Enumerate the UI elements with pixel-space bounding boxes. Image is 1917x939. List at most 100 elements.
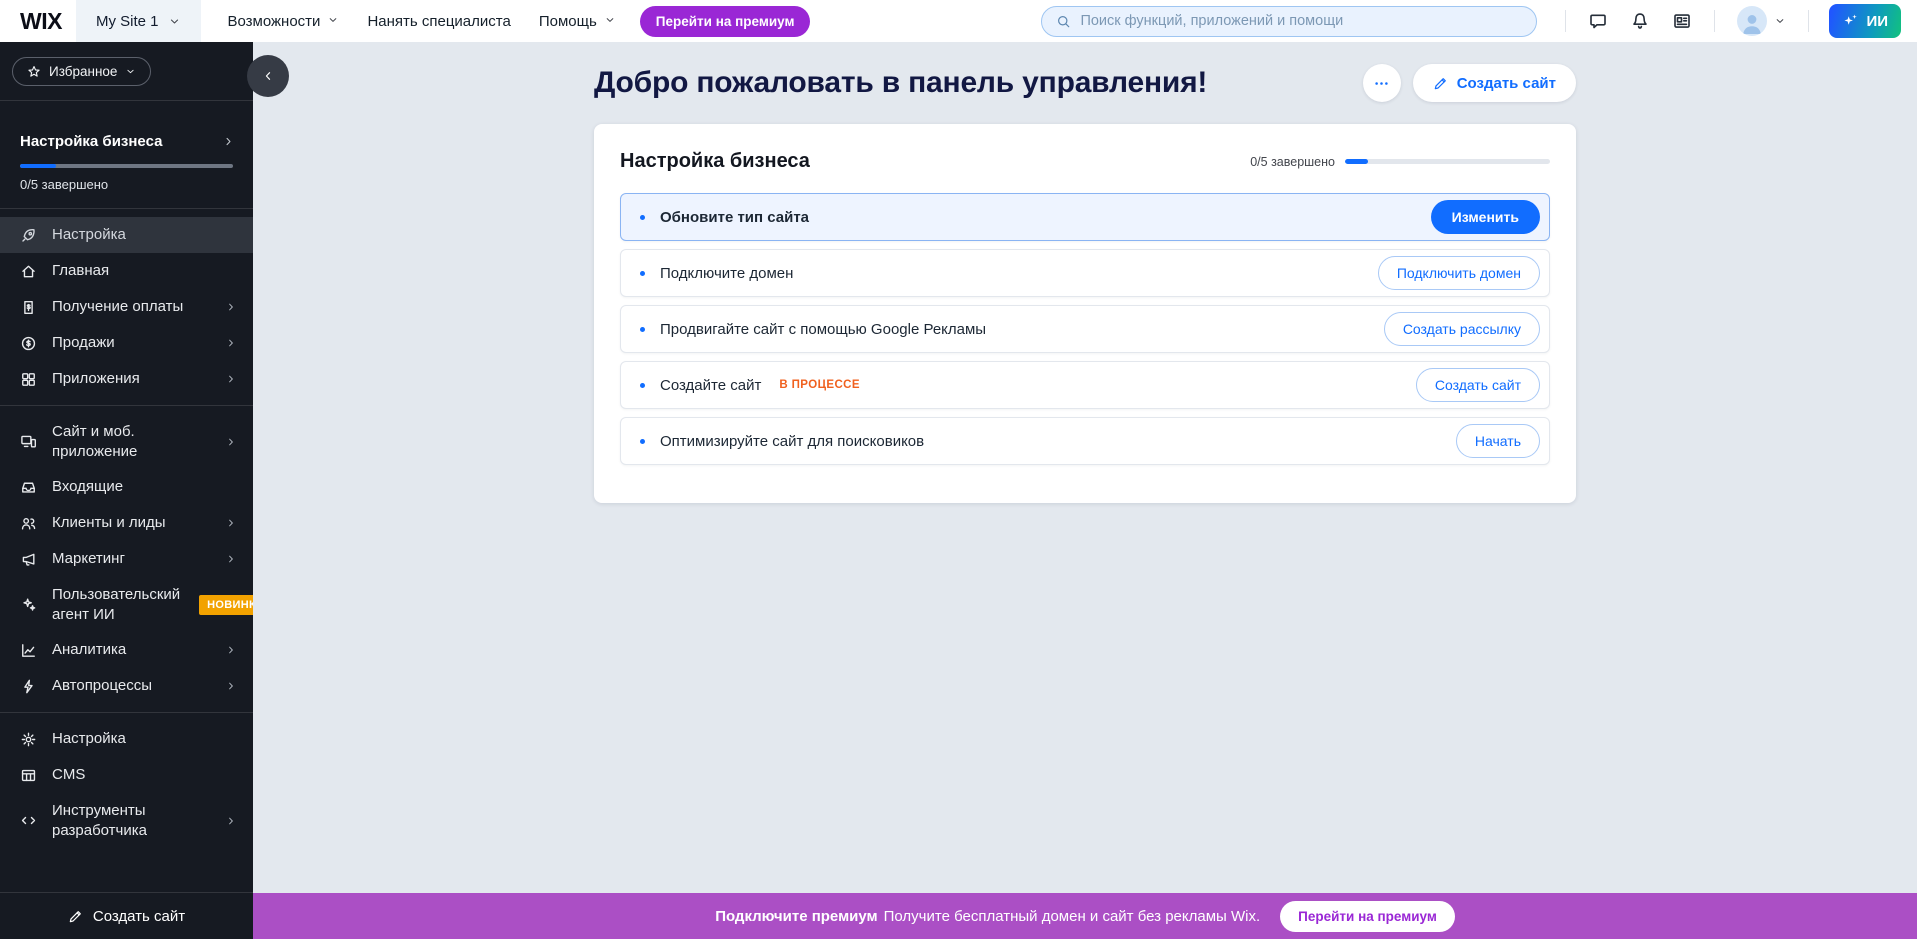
task-row[interactable]: Создайте сайт В ПРОЦЕССЕ Создать сайт: [620, 361, 1550, 409]
setup-progress-label: 0/5 завершено: [20, 177, 233, 192]
account-menu[interactable]: [1737, 6, 1786, 36]
chevron-down-icon: [1774, 15, 1786, 27]
task-label: Продвигайте сайт с помощью Google Реклам…: [660, 321, 986, 338]
nav-help[interactable]: Помощь: [539, 13, 616, 30]
notifications-icon[interactable]: [1630, 11, 1650, 31]
rocket-icon: [20, 227, 37, 244]
ai-agent-icon: [20, 596, 37, 613]
task-label: Обновите тип сайта: [660, 209, 809, 226]
sidebar-item-site-mobile[interactable]: Сайт и моб. приложение: [0, 414, 253, 469]
promo-premium-button[interactable]: Перейти на премиум: [1280, 901, 1455, 932]
task-action-button[interactable]: Начать: [1456, 424, 1540, 458]
cms-icon: [20, 767, 37, 784]
sidebar-item-label: Настройка: [52, 225, 237, 245]
sidebar-item-home[interactable]: Главная: [0, 253, 253, 289]
more-actions-button[interactable]: [1363, 64, 1401, 102]
search-bar[interactable]: [1041, 6, 1537, 37]
ai-assistant-button[interactable]: ИИ: [1829, 4, 1901, 38]
bullet-dot: [640, 215, 645, 220]
chevron-right-icon: [225, 517, 237, 529]
pencil-icon: [68, 909, 83, 924]
task-action-button[interactable]: Создать рассылку: [1384, 312, 1540, 346]
sidebar-item-dev-tools[interactable]: Инструменты разработчика: [0, 793, 253, 848]
sidebar-create-site-button[interactable]: Создать сайт: [0, 892, 253, 939]
site-menu[interactable]: My Site 1: [76, 0, 202, 42]
bullet-dot: [640, 327, 645, 332]
chevron-right-icon: [225, 436, 237, 448]
task-label: Подключите домен: [660, 265, 793, 282]
sidebar-item-ai-agent[interactable]: Пользовательский агент ИИ НОВИНКА: [0, 577, 253, 632]
create-site-button[interactable]: Создать сайт: [1413, 64, 1576, 102]
gear-icon: [20, 731, 37, 748]
wix-logo: WIX: [20, 8, 62, 35]
business-setup-link[interactable]: Настройка бизнеса: [0, 115, 253, 150]
task-row[interactable]: Оптимизируйте сайт для поисковиков Начат…: [620, 417, 1550, 465]
chevron-down-icon: [125, 66, 136, 77]
code-icon: [20, 812, 37, 829]
sidebar-item-cms[interactable]: CMS: [0, 757, 253, 793]
sidebar-item-label: Пользовательский агент ИИ: [52, 585, 180, 624]
chat-icon[interactable]: [1588, 11, 1608, 31]
sidebar-item-settings[interactable]: Настройка: [0, 721, 253, 757]
task-action-button[interactable]: Подключить домен: [1378, 256, 1540, 290]
contacts-icon: [20, 515, 37, 532]
sparkle-icon: [1842, 13, 1859, 30]
chevron-right-icon: [225, 301, 237, 313]
business-setup-card: Настройка бизнеса 0/5 завершено Обновите…: [594, 124, 1576, 503]
news-icon[interactable]: [1672, 11, 1692, 31]
avatar: [1737, 6, 1767, 36]
sidebar-item-sales[interactable]: Продажи: [0, 325, 253, 361]
devices-icon: [20, 433, 37, 450]
sidebar-item-label: Сайт и моб. приложение: [52, 422, 210, 461]
sidebar-item-label: Главная: [52, 261, 237, 281]
header-actions: Создать сайт: [1363, 64, 1576, 102]
task-list: Обновите тип сайта Изменить Подключите д…: [620, 193, 1550, 465]
nav-hire-professional[interactable]: Нанять специалиста: [367, 13, 510, 30]
card-title: Настройка бизнеса: [620, 150, 810, 173]
automations-icon: [20, 678, 37, 695]
sidebar-collapse-button[interactable]: [247, 55, 289, 97]
status-tag: В ПРОЦЕССЕ: [779, 379, 860, 391]
chevron-right-icon: [225, 680, 237, 692]
sidebar-item-label: Получение оплаты: [52, 297, 210, 317]
sidebar-top: Избранное: [0, 42, 253, 86]
analytics-icon: [20, 642, 37, 659]
promo-text: Получите бесплатный домен и сайт без рек…: [884, 908, 1261, 925]
sidebar-item-automations[interactable]: Автопроцессы: [0, 668, 253, 704]
sidebar-item-payments[interactable]: Получение оплаты: [0, 289, 253, 325]
divider: [1714, 10, 1715, 32]
chevron-left-icon: [261, 69, 275, 83]
favorites-button[interactable]: Избранное: [12, 57, 151, 86]
chevron-right-icon: [225, 373, 237, 385]
sidebar-item-contacts[interactable]: Клиенты и лиды: [0, 505, 253, 541]
topbar: WIX My Site 1 Возможности Нанять специал…: [0, 0, 1917, 42]
chevron-down-icon: [327, 13, 339, 30]
ellipsis-icon: [1373, 75, 1390, 92]
task-row[interactable]: Продвигайте сайт с помощью Google Реклам…: [620, 305, 1550, 353]
task-row[interactable]: Обновите тип сайта Изменить: [620, 193, 1550, 241]
upgrade-premium-button[interactable]: Перейти на премиум: [640, 6, 811, 37]
sidebar-item-apps[interactable]: Приложения: [0, 361, 253, 397]
main-header: Добро пожаловать в панель управления! Со…: [594, 64, 1576, 102]
search-icon: [1056, 14, 1071, 29]
sidebar-item-marketing[interactable]: Маркетинг: [0, 541, 253, 577]
topbar-nav: Возможности Нанять специалиста Помощь: [227, 13, 615, 30]
task-action-button[interactable]: Создать сайт: [1416, 368, 1540, 402]
nav-opportunities[interactable]: Возможности: [227, 13, 339, 30]
task-label: Оптимизируйте сайт для поисковиков: [660, 433, 924, 450]
sidebar: Избранное Настройка бизнеса 0/5 завершен…: [0, 42, 253, 939]
card-progress: 0/5 завершено: [1250, 155, 1550, 169]
bullet-dot: [640, 271, 645, 276]
task-row[interactable]: Подключите домен Подключить домен: [620, 249, 1550, 297]
sidebar-item-analytics[interactable]: Аналитика: [0, 632, 253, 668]
premium-promo-bar: Подключите премиум Получите бесплатный д…: [253, 893, 1917, 939]
chevron-right-icon: [225, 337, 237, 349]
search-input[interactable]: [1080, 13, 1522, 29]
sidebar-item-label: Маркетинг: [52, 549, 210, 569]
sidebar-item-setup[interactable]: Настройка: [0, 217, 253, 253]
bullet-dot: [640, 383, 645, 388]
task-action-button[interactable]: Изменить: [1431, 200, 1540, 234]
divider: [1808, 10, 1809, 32]
sidebar-item-inbox[interactable]: Входящие: [0, 469, 253, 505]
sidebar-divider: [0, 712, 253, 713]
